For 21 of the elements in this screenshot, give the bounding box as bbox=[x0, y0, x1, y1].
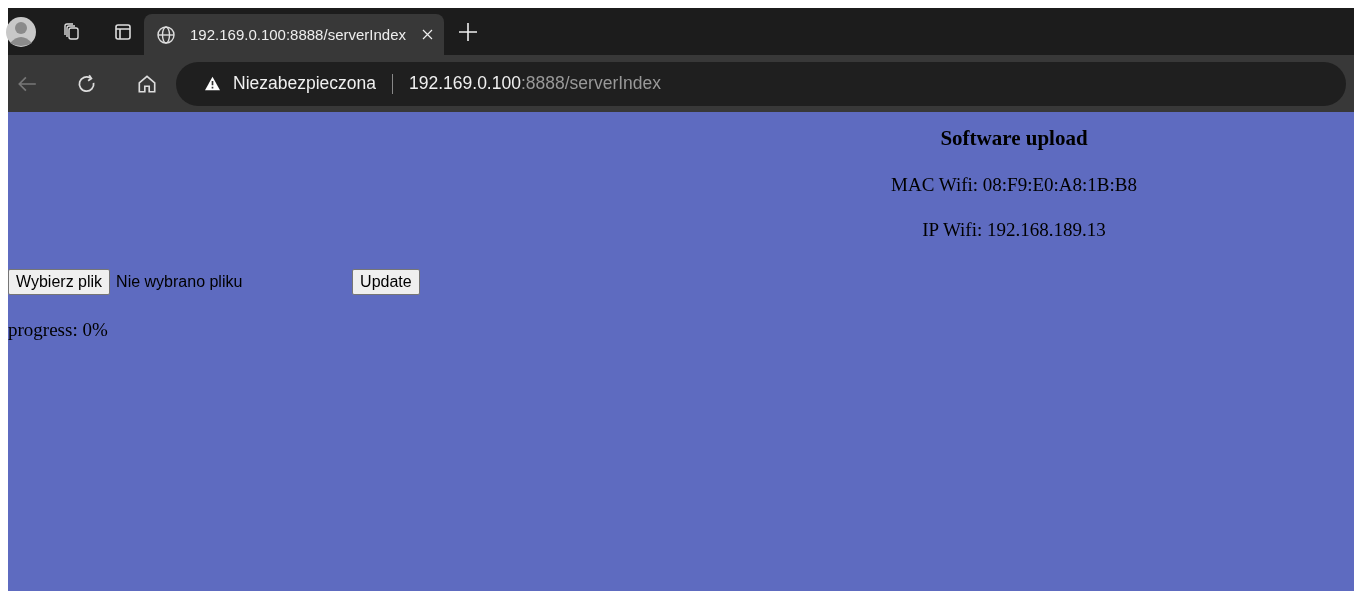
page-heading: Software upload bbox=[939, 126, 1089, 151]
mac-address-text: MAC Wifi: 08:F9:E0:A8:1B:B8 bbox=[890, 174, 1138, 196]
globe-icon bbox=[156, 24, 176, 45]
ip-address-text: IP Wifi: 192.168.189.13 bbox=[921, 219, 1107, 241]
address-bar[interactable]: Niezabezpieczona 192.169.0.100:8888/serverIndex bbox=[176, 61, 1346, 106]
update-button[interactable]: Update bbox=[352, 269, 420, 295]
warning-icon bbox=[204, 76, 221, 91]
tab-title: 192.169.0.100:8888/serverIndex bbox=[190, 26, 406, 43]
security-label[interactable]: Niezabezpieczona bbox=[233, 73, 376, 94]
close-icon[interactable] bbox=[420, 27, 435, 42]
choose-file-button[interactable]: Wybierz plik bbox=[8, 269, 111, 295]
url-host: 192.169.0.100 bbox=[409, 73, 521, 94]
reload-icon[interactable] bbox=[76, 72, 98, 95]
new-tab-icon[interactable] bbox=[458, 21, 478, 42]
profile-avatar-icon[interactable] bbox=[6, 16, 36, 47]
url-path: :8888/serverIndex bbox=[520, 73, 662, 94]
browser-tab[interactable]: 192.169.0.100:8888/serverIndex bbox=[144, 14, 444, 55]
file-status-text: Nie wybrano pliku bbox=[116, 273, 244, 291]
sidebar-icon[interactable] bbox=[113, 21, 133, 42]
tab-collections-icon[interactable] bbox=[62, 21, 82, 42]
progress-text: progress: 0% bbox=[8, 319, 109, 341]
